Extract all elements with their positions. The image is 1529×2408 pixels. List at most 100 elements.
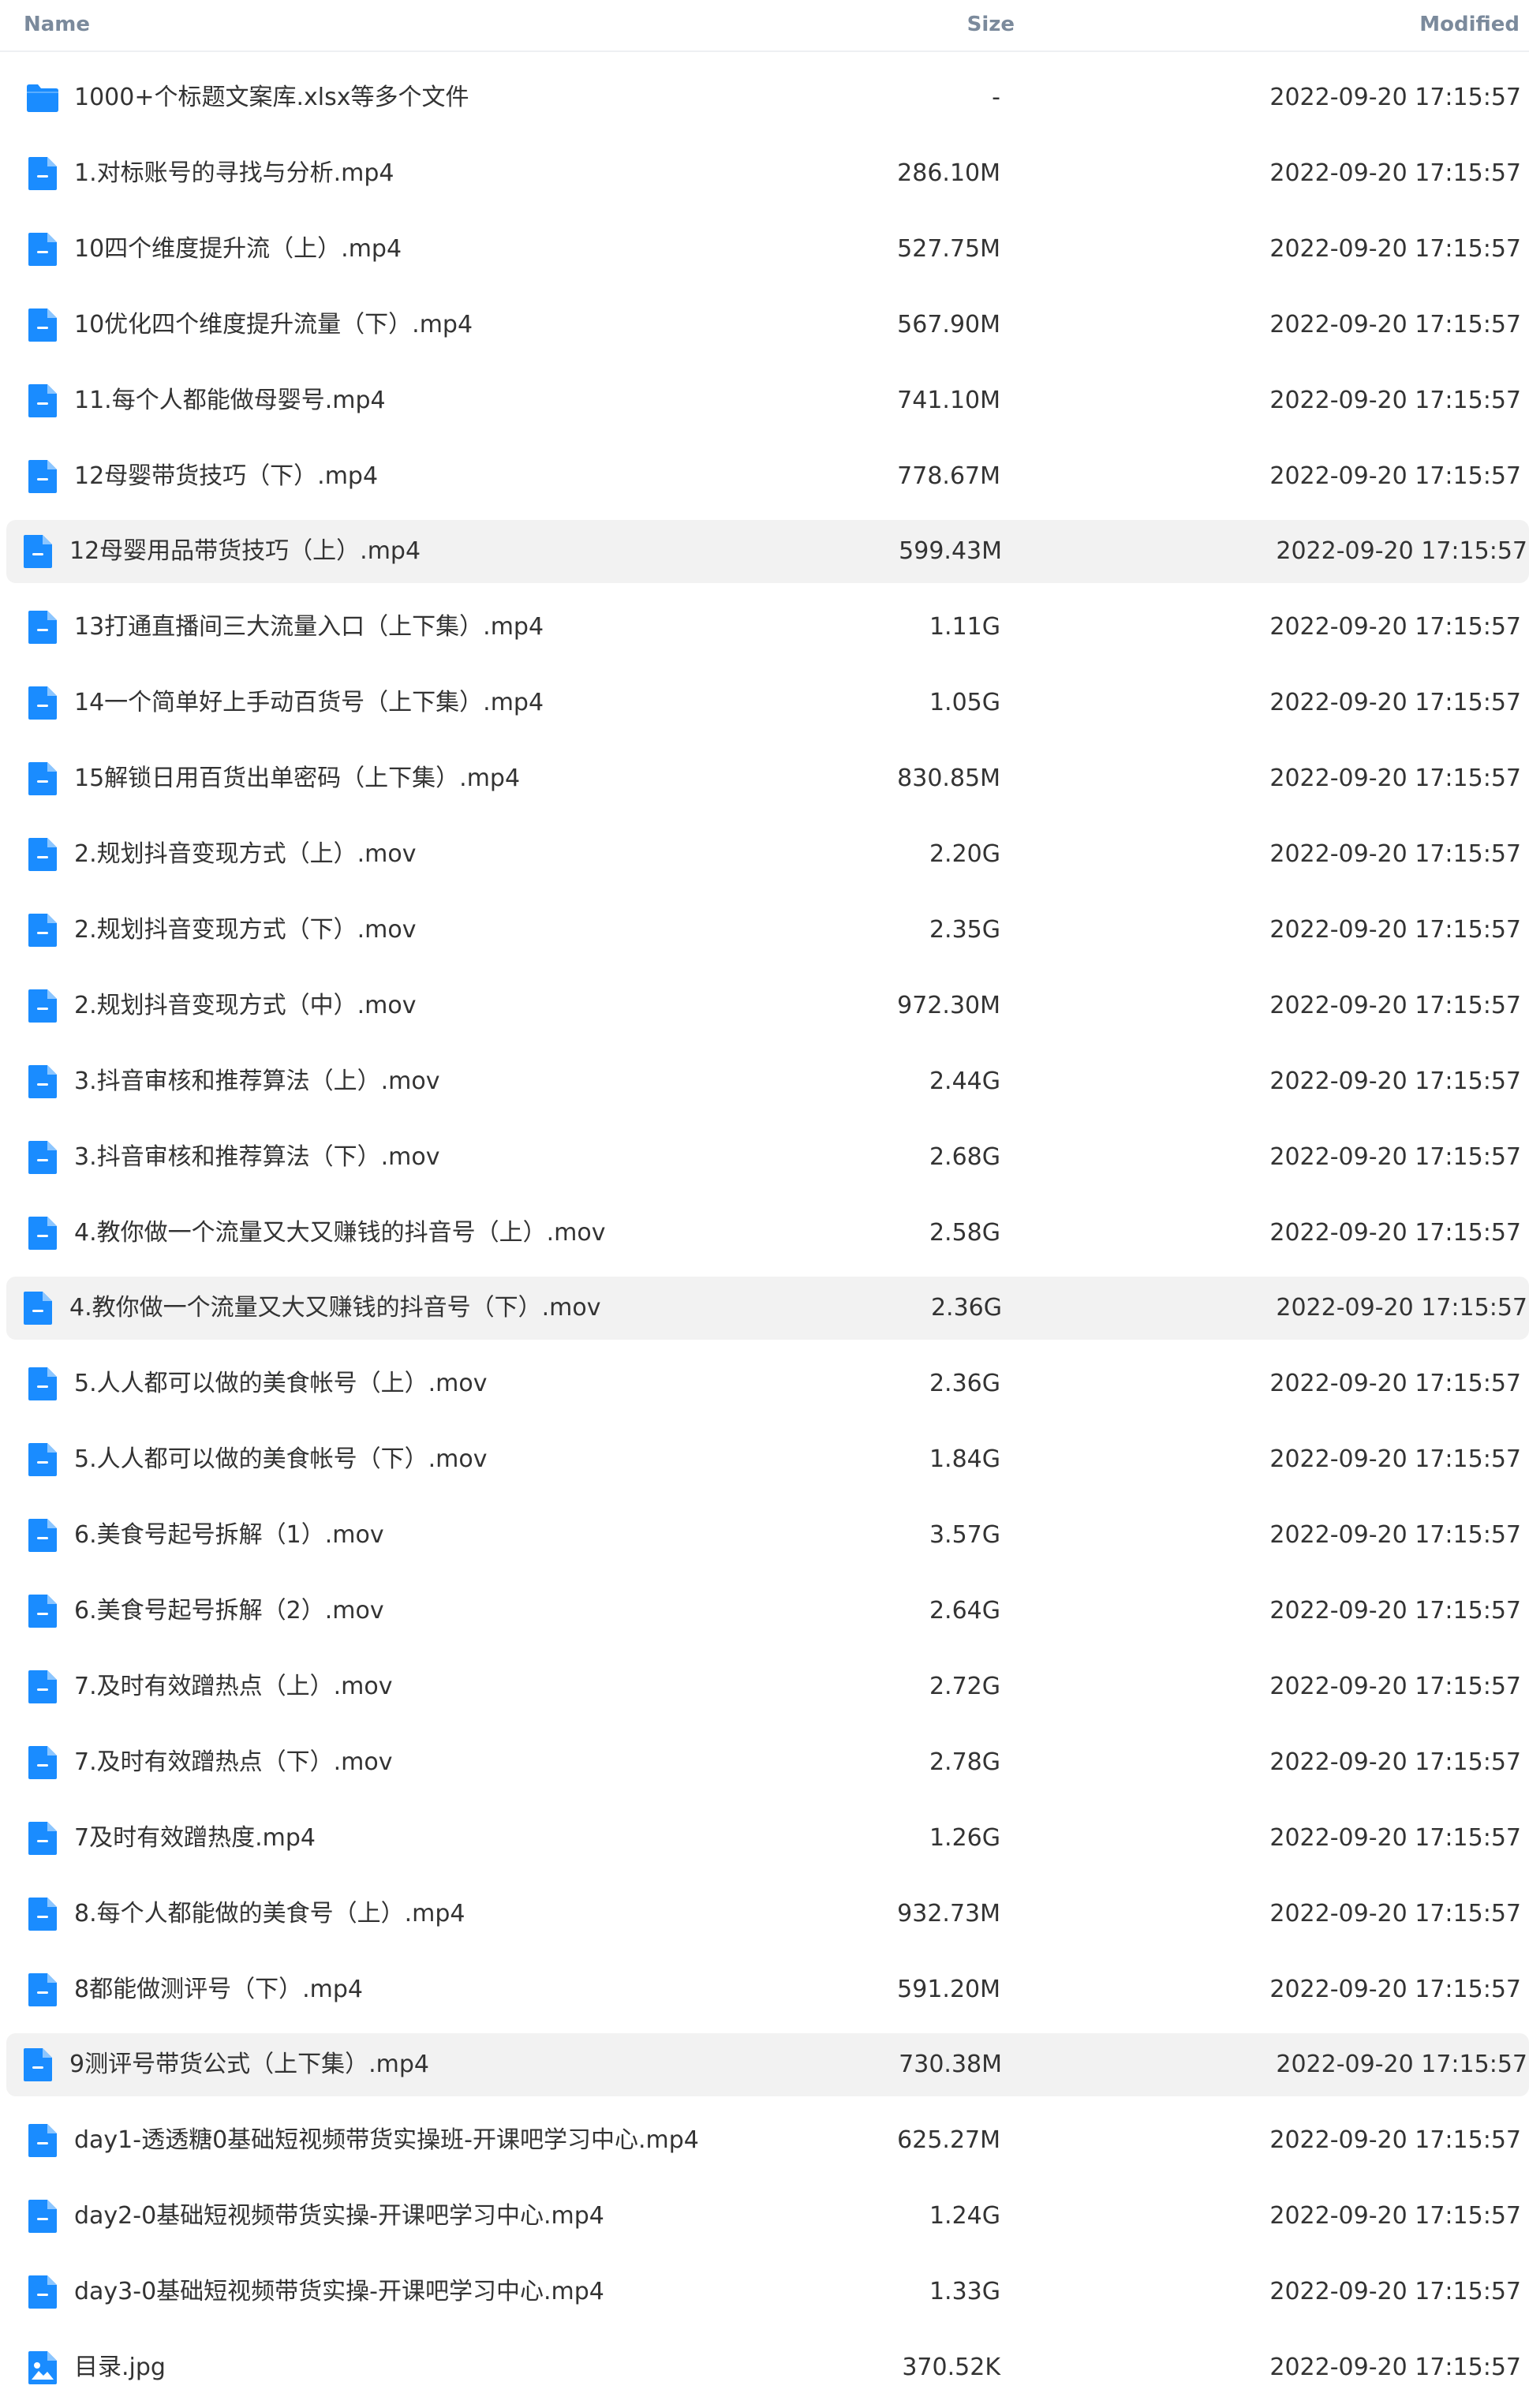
table-row[interactable]: 8.每个人都能做的美食号（上）.mp4 932.73M 2022-09-20 17:…	[6, 1883, 1529, 1946]
file-modified: 2022-09-20 17:15:57	[1269, 1218, 1521, 1247]
file-name[interactable]: 5.人人都可以做的美食帐号（下）.mov	[74, 1428, 488, 1491]
file-modified: 2022-09-20 17:15:57	[1269, 1445, 1521, 1474]
table-row[interactable]: day3-0基础短视频带货实操-开课吧学习中心.mp4 1.33G 2022-09-…	[6, 2260, 1529, 2324]
file-icon	[25, 761, 60, 797]
file-name[interactable]: 4.教你做一个流量又大又赚钱的抖音号（下）.mov	[69, 1277, 601, 1340]
file-modified: 2022-09-20 17:15:57	[1269, 2126, 1521, 2155]
table-row[interactable]: 5.人人都可以做的美食帐号（下）.mov 1.84G 2022-09-20 17:1…	[6, 1428, 1529, 1491]
file-modified: 2022-09-20 17:15:57	[1269, 765, 1521, 793]
table-row[interactable]: 2.规划抖音变现方式（中）.mov 972.30M 2022-09-20 17:15…	[6, 974, 1529, 1038]
table-row[interactable]: 7.及时有效蹭热点（下）.mov 2.78G 2022-09-20 17:15:57	[6, 1731, 1529, 1794]
table-row[interactable]: 1000+个标题文案库.xlsx等多个文件 - 2022-09-20 17:15:5…	[6, 66, 1529, 129]
table-row[interactable]: 14一个简单好上手动百货号（上下集）.mp4 1.05G 2022-09-20 17…	[6, 671, 1529, 735]
file-modified: 2022-09-20 17:15:57	[1269, 1672, 1521, 1700]
table-row[interactable]: 6.美食号起号拆解（1）.mov 3.57G 2022-09-20 17:15:57	[6, 1504, 1529, 1567]
table-row[interactable]: 3.抖音审核和推荐算法（下）.mov 2.68G 2022-09-20 17:15:…	[6, 1126, 1529, 1189]
file-modified: 2022-09-20 17:15:57	[1276, 1294, 1527, 1322]
table-row[interactable]: 2.规划抖音变现方式（上）.mov 2.20G 2022-09-20 17:15:5…	[6, 823, 1529, 886]
table-row[interactable]: 6.美食号起号拆解（2）.mov 2.64G 2022-09-20 17:15:57	[6, 1580, 1529, 1643]
file-name[interactable]: 14一个简单好上手动百货号（上下集）.mp4	[74, 671, 544, 735]
file-size: 1.24G	[929, 2202, 1000, 2230]
file-size: 2.64G	[929, 1597, 1000, 1625]
table-row[interactable]: 12母婴用品带货技巧（上）.mp4 599.43M 2022-09-20 17:15…	[6, 520, 1529, 584]
file-name[interactable]: 3.抖音审核和推荐算法（下）.mov	[74, 1126, 440, 1189]
file-name[interactable]: 13打通直播间三大流量入口（上下集）.mp4	[74, 596, 544, 659]
file-size: 1.33G	[929, 2278, 1000, 2306]
table-row[interactable]: 2.规划抖音变现方式（下）.mov 2.35G 2022-09-20 17:15:5…	[6, 899, 1529, 962]
table-row[interactable]: 1.对标账号的寻找与分析.mp4 286.10M 2022-09-20 17:15:…	[6, 142, 1529, 205]
file-name[interactable]: 2.规划抖音变现方式（下）.mov	[74, 899, 417, 962]
file-name[interactable]: 目录.jpg	[74, 2336, 166, 2399]
file-size: 2.36G	[930, 1294, 1002, 1322]
table-row[interactable]: day1-透透糖0基础短视频带货实操班-开课吧学习中心.mp4 625.27M 20…	[6, 2109, 1529, 2172]
file-icon	[25, 1139, 60, 1176]
file-name[interactable]: 9测评号带货公式（上下集）.mp4	[69, 2033, 429, 2096]
file-modified: 2022-09-20 17:15:57	[1269, 462, 1521, 490]
table-row[interactable]: 9测评号带货公式（上下集）.mp4 730.38M 2022-09-20 17:15…	[6, 2033, 1529, 2097]
file-icon	[25, 155, 60, 192]
file-name[interactable]: 2.规划抖音变现方式（上）.mov	[74, 823, 417, 886]
table-row[interactable]: 10优化四个维度提升流量（下）.mp4 567.90M 2022-09-20 17:…	[6, 294, 1529, 357]
file-name[interactable]: 8都能做测评号（下）.mp4	[74, 1958, 363, 2021]
file-name[interactable]: 12母婴用品带货技巧（上）.mp4	[69, 520, 421, 583]
file-name[interactable]: day2-0基础短视频带货实操-开课吧学习中心.mp4	[74, 2185, 604, 2248]
file-icon	[25, 1215, 60, 1251]
table-row[interactable]: 7.及时有效蹭热点（上）.mov 2.72G 2022-09-20 17:15:57	[6, 1655, 1529, 1718]
file-size: 2.35G	[929, 915, 1000, 944]
table-row[interactable]: 15解锁日用百货出单密码（上下集）.mp4 830.85M 2022-09-20 1…	[6, 747, 1529, 810]
file-size: 830.85M	[897, 765, 1000, 793]
file-size: 2.72G	[929, 1672, 1000, 1700]
file-icon	[25, 912, 60, 948]
file-modified: 2022-09-20 17:15:57	[1269, 991, 1521, 1019]
file-name[interactable]: 1.对标账号的寻找与分析.mp4	[74, 142, 394, 205]
file-modified: 2022-09-20 17:15:57	[1269, 2278, 1521, 2306]
file-name[interactable]: day1-透透糖0基础短视频带货实操班-开课吧学习中心.mp4	[74, 2109, 699, 2172]
file-name[interactable]: 4.教你做一个流量又大又赚钱的抖音号（上）.mov	[74, 1202, 606, 1265]
file-name[interactable]: 10四个维度提升流（上）.mp4	[74, 218, 402, 281]
table-row[interactable]: 4.教你做一个流量又大又赚钱的抖音号（下）.mov 2.36G 2022-09-20…	[6, 1277, 1529, 1340]
file-name[interactable]: 11.每个人都能做母婴号.mp4	[74, 369, 386, 432]
file-size: 2.68G	[929, 1142, 1000, 1171]
file-name[interactable]: 6.美食号起号拆解（2）.mov	[74, 1580, 384, 1643]
file-name[interactable]: 3.抖音审核和推荐算法（上）.mov	[74, 1050, 440, 1113]
table-row[interactable]: 4.教你做一个流量又大又赚钱的抖音号（上）.mov 2.58G 2022-09-20…	[6, 1202, 1529, 1265]
file-name[interactable]: 5.人人都可以做的美食帐号（上）.mov	[74, 1352, 488, 1415]
file-size: 3.57G	[929, 1521, 1000, 1550]
file-size: 1.05G	[929, 689, 1000, 717]
file-name[interactable]: 7.及时有效蹭热点（上）.mov	[74, 1655, 393, 1718]
table-row[interactable]: 8都能做测评号（下）.mp4 591.20M 2022-09-20 17:15:57	[6, 1958, 1529, 2021]
file-size: 1.11G	[929, 613, 1000, 641]
file-name[interactable]: 6.美食号起号拆解（1）.mov	[74, 1504, 384, 1567]
file-name[interactable]: 7及时有效蹭热度.mp4	[74, 1807, 316, 1870]
file-name[interactable]: 7.及时有效蹭热点（下）.mov	[74, 1731, 393, 1794]
file-name[interactable]: 12母婴带货技巧（下）.mp4	[74, 445, 378, 508]
file-size: 567.90M	[897, 310, 1000, 338]
file-name[interactable]: 8.每个人都能做的美食号（上）.mp4	[74, 1883, 465, 1946]
file-size: 527.75M	[897, 234, 1000, 263]
table-row[interactable]: 11.每个人都能做母婴号.mp4 741.10M 2022-09-20 17:15:…	[6, 369, 1529, 432]
file-size: 2.58G	[929, 1218, 1000, 1247]
file-name[interactable]: day3-0基础短视频带货实操-开课吧学习中心.mp4	[74, 2260, 604, 2324]
file-name[interactable]: 10优化四个维度提升流量（下）.mp4	[74, 294, 473, 357]
file-size: 370.52K	[902, 2354, 1000, 2381]
file-size: 1.26G	[929, 1823, 1000, 1852]
table-row[interactable]: 3.抖音审核和推荐算法（上）.mov 2.44G 2022-09-20 17:15:…	[6, 1050, 1529, 1113]
file-icon	[25, 685, 60, 721]
file-icon	[25, 1517, 60, 1554]
table-row[interactable]: 12母婴带货技巧（下）.mp4 778.67M 2022-09-20 17:15:5…	[6, 445, 1529, 508]
table-row[interactable]: day2-0基础短视频带货实操-开课吧学习中心.mp4 1.24G 2022-09-…	[6, 2185, 1529, 2248]
table-row[interactable]: 10四个维度提升流（上）.mp4 527.75M 2022-09-20 17:15:…	[6, 218, 1529, 281]
table-row[interactable]: 目录.jpg 370.52K 2022-09-20 17:15:57	[6, 2336, 1529, 2399]
file-name[interactable]: 15解锁日用百货出单密码（上下集）.mp4	[74, 747, 520, 810]
file-icon	[25, 1744, 60, 1781]
file-modified: 2022-09-20 17:15:57	[1276, 2051, 1527, 2079]
table-row[interactable]: 7及时有效蹭热度.mp4 1.26G 2022-09-20 17:15:57	[6, 1807, 1529, 1870]
file-name[interactable]: 2.规划抖音变现方式（中）.mov	[74, 974, 417, 1038]
file-name[interactable]: 1000+个标题文案库.xlsx等多个文件	[74, 66, 469, 129]
file-icon	[25, 988, 60, 1024]
file-modified: 2022-09-20 17:15:57	[1269, 2354, 1521, 2381]
file-modified: 2022-09-20 17:15:57	[1269, 2202, 1521, 2230]
table-row[interactable]: 5.人人都可以做的美食帐号（上）.mov 2.36G 2022-09-20 17:1…	[6, 1352, 1529, 1415]
table-row[interactable]: 13打通直播间三大流量入口（上下集）.mp4 1.11G 2022-09-20 17…	[6, 596, 1529, 659]
file-size: 932.73M	[897, 1899, 1000, 1928]
